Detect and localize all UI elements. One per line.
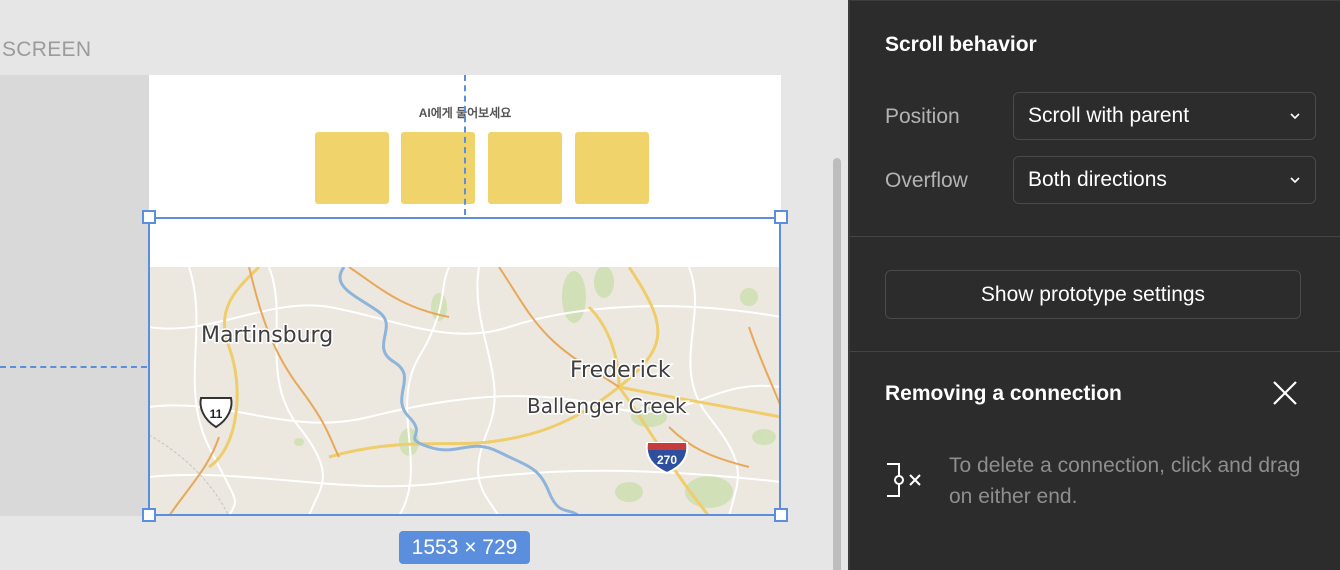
map-graphic: 11 270 Martinsburg Frederick Ballenger C…: [149, 267, 781, 516]
map-label-ballenger-creek: Ballenger Creek: [527, 394, 687, 418]
map-label-martinsburg: Martinsburg: [201, 323, 333, 348]
map-minor-roads: [149, 267, 781, 516]
resize-handle-top-left[interactable]: [142, 210, 156, 224]
close-icon[interactable]: [1272, 380, 1298, 406]
yellow-tile[interactable]: [488, 132, 562, 204]
overflow-dropdown[interactable]: Both directions: [1013, 156, 1316, 204]
overflow-label: Overflow: [885, 169, 968, 192]
section-divider: [850, 351, 1340, 352]
chevron-down-icon: [1290, 113, 1300, 120]
removing-connection-help: To delete a connection, click and drag o…: [949, 454, 1301, 508]
canvas-scrollbar[interactable]: [833, 158, 841, 570]
vertical-guide-line: [464, 75, 466, 215]
properties-panel: Scroll behavior Position Scroll with par…: [848, 0, 1340, 570]
horizontal-guide-line: [0, 366, 147, 368]
screen-frame[interactable]: AI에게 물어보세요 11 270 Martinsburg Frederick …: [149, 75, 781, 516]
svg-text:270: 270: [657, 453, 677, 467]
interstate-270-shield: 270: [645, 442, 689, 475]
yellow-tile[interactable]: [315, 132, 389, 204]
panel-top-divider: [850, 0, 1340, 1]
resize-handle-bottom-right[interactable]: [774, 508, 788, 522]
disconnect-connection-icon: [887, 463, 921, 497]
overflow-value: Both directions: [1028, 168, 1167, 191]
resize-handle-top-right[interactable]: [774, 210, 788, 224]
show-prototype-settings-button[interactable]: Show prototype settings: [885, 270, 1301, 319]
position-dropdown[interactable]: Scroll with parent: [1013, 92, 1316, 140]
position-label: Position: [885, 105, 960, 128]
position-value: Scroll with parent: [1028, 104, 1190, 127]
map-image[interactable]: 11 270 Martinsburg Frederick Ballenger C…: [149, 267, 781, 516]
resize-handle-bottom-left[interactable]: [142, 508, 156, 522]
yellow-tile[interactable]: [575, 132, 649, 204]
map-river: [338, 267, 581, 516]
svg-text:11: 11: [210, 407, 223, 421]
map-label-frederick: Frederick: [570, 358, 671, 383]
design-canvas[interactable]: SCREEN AI에게 물어보세요 11 270 Martinsburg Fre…: [0, 0, 848, 570]
us-route-11-shield: 11: [199, 397, 233, 429]
screen-frame-label[interactable]: SCREEN: [2, 38, 91, 62]
scroll-behavior-title: Scroll behavior: [885, 33, 1037, 56]
removing-connection-title: Removing a connection: [885, 382, 1122, 405]
chevron-down-icon: [1290, 177, 1300, 184]
adjacent-frame[interactable]: [0, 75, 149, 516]
dimension-badge: 1553 × 729: [399, 531, 530, 564]
section-divider: [850, 236, 1340, 237]
